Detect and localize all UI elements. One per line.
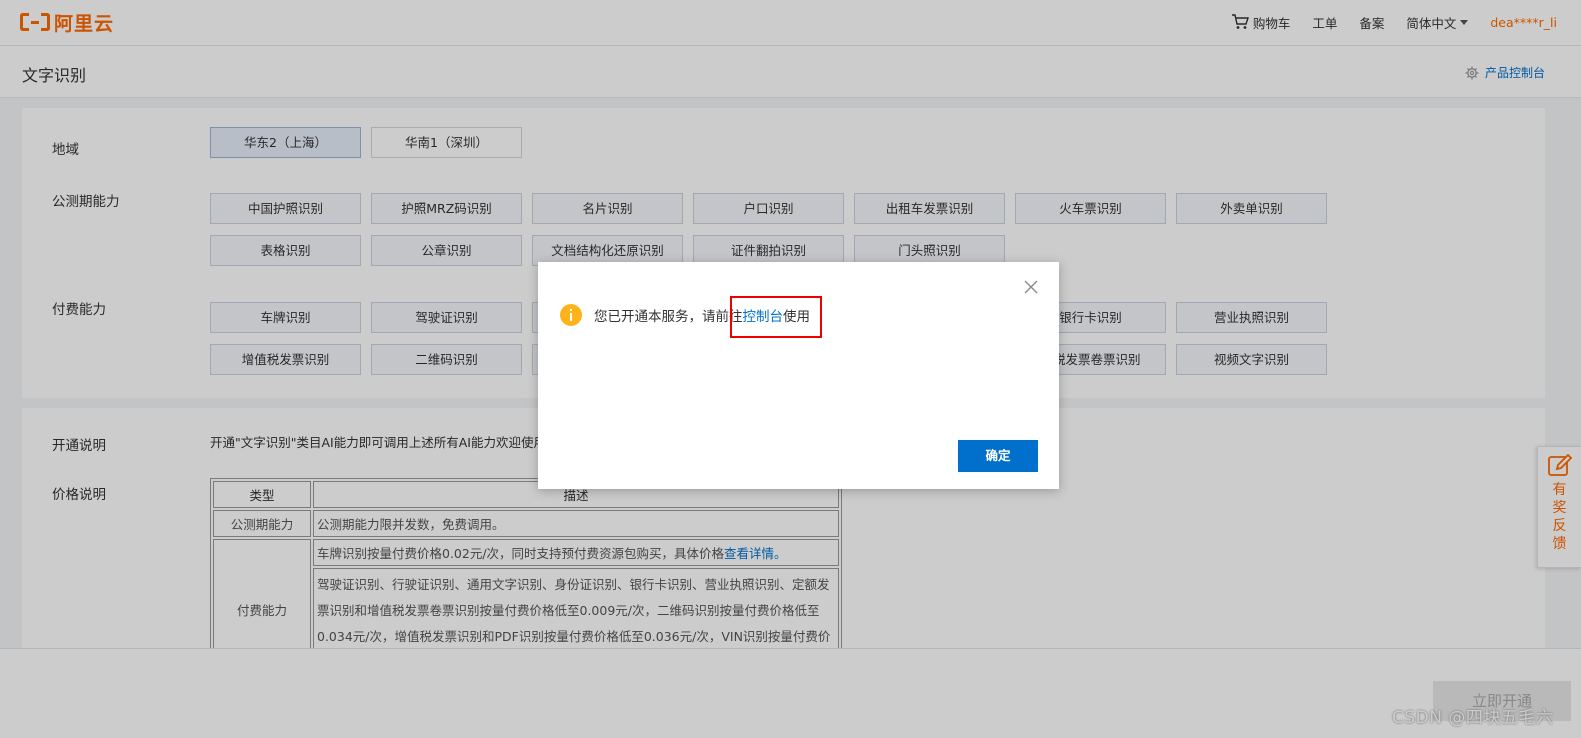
service-enabled-dialog: 您已开通本服务，请前往 控制台 使用 确定 [538, 262, 1059, 489]
dialog-message-prefix: 您已开通本服务，请前往 [594, 309, 743, 325]
close-icon[interactable] [1022, 278, 1040, 296]
warning-icon [560, 304, 582, 326]
confirm-button[interactable]: 确定 [958, 440, 1038, 472]
highlight-annotation [730, 296, 822, 338]
